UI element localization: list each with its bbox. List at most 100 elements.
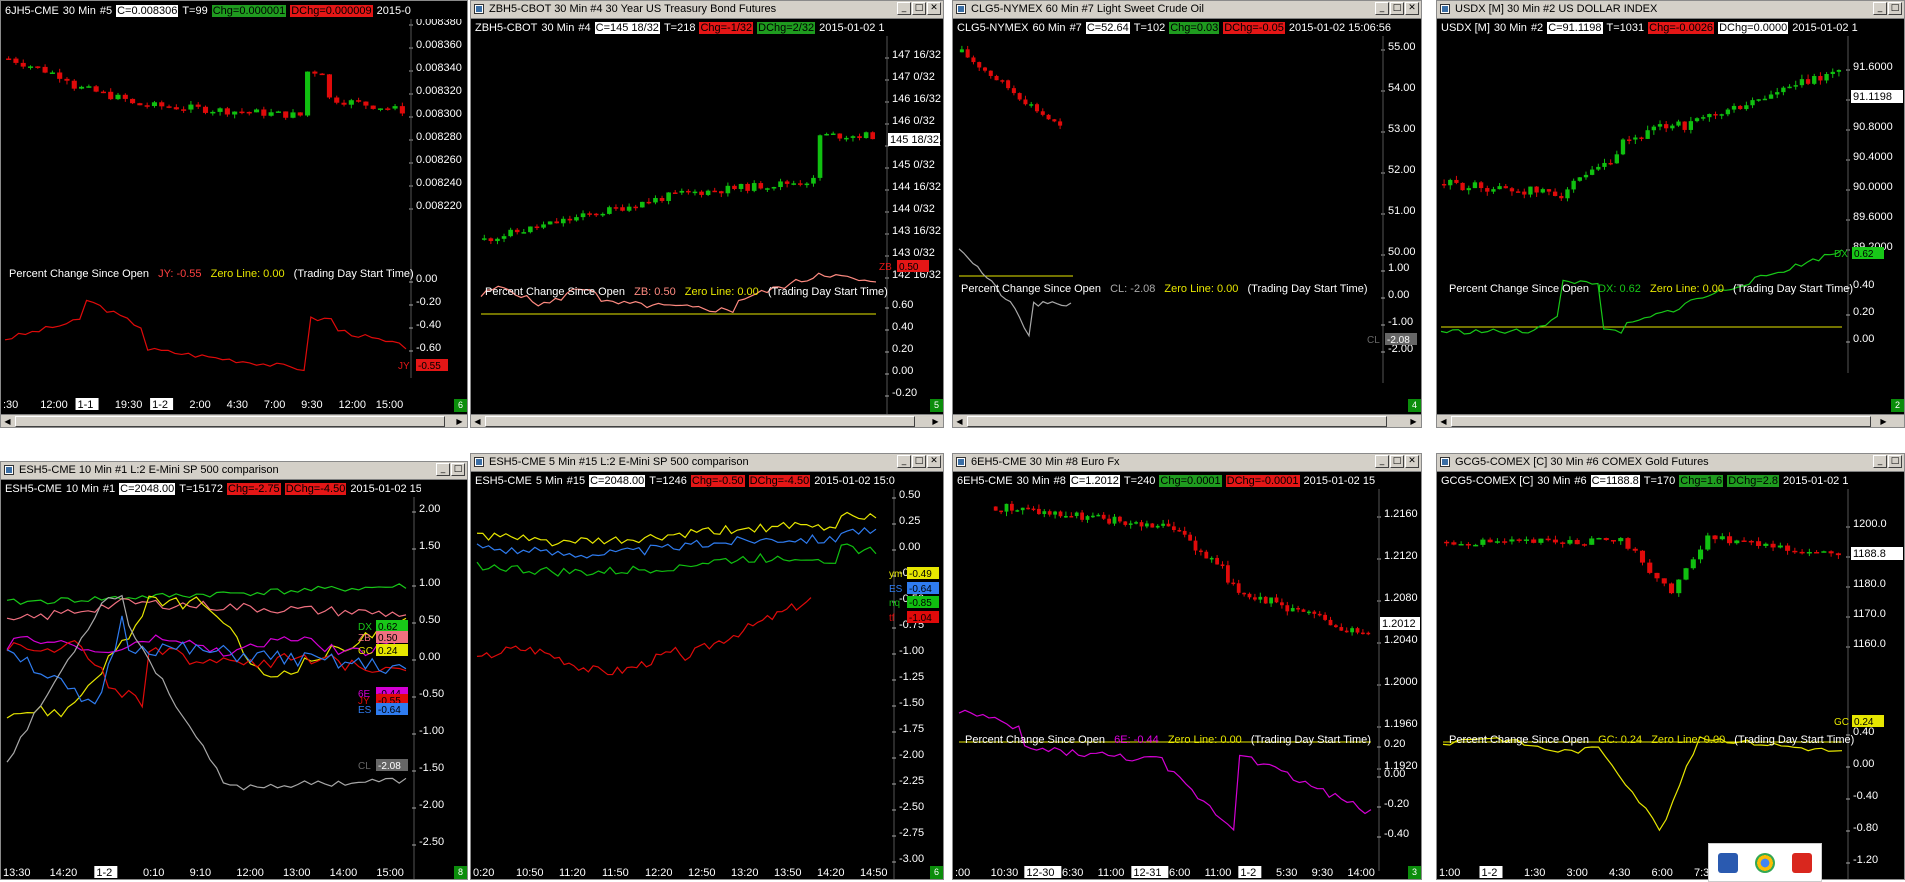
scroll-thumb[interactable] bbox=[967, 416, 1387, 427]
horizontal-scrollbar[interactable]: ◀ ▶ bbox=[471, 414, 943, 427]
scroll-thumb[interactable] bbox=[485, 416, 915, 427]
candle-body bbox=[745, 183, 750, 191]
close-icon[interactable]: ✕ bbox=[1405, 455, 1419, 468]
candlestick-chart[interactable]: 1200.01188.81180.01170.01160.00.400.00-0… bbox=[1437, 489, 1904, 879]
close-icon[interactable]: ✕ bbox=[927, 2, 941, 15]
candle-body bbox=[1589, 169, 1595, 175]
comparison-chart[interactable]: 2.00 1.50 1.00 0.50 0.00 -0.50 -1.00 -1.50 -2.00… bbox=[1, 497, 467, 879]
candle-body bbox=[253, 109, 260, 113]
chart-window-esh5-10min[interactable]: ESH5-CME 10 Min #1 L:2 E-Mini SP 500 com… bbox=[0, 461, 468, 880]
maximize-icon[interactable]: □ bbox=[912, 455, 926, 468]
maximize-icon[interactable]: □ bbox=[1390, 2, 1404, 15]
chart-window-esh5-5min[interactable]: ESH5-CME 5 Min #15 L:2 E-Mini SP 500 com… bbox=[470, 453, 944, 880]
title-bar[interactable]: ESH5-CME 10 Min #1 L:2 E-Mini SP 500 com… bbox=[1, 462, 467, 480]
window-icon bbox=[474, 457, 484, 467]
value-tag: 0.62 bbox=[1854, 249, 1874, 260]
chart-badge: 8 bbox=[454, 866, 467, 879]
maximize-icon[interactable]: □ bbox=[1390, 455, 1404, 468]
price-axis-label: -2.00 bbox=[419, 799, 444, 811]
price-axis-label: 1170.0 bbox=[1853, 608, 1886, 620]
candlestick-chart[interactable]: 91.6000 91.1198 90.8000 90.4000 90.0000 89.60… bbox=[1437, 36, 1904, 414]
title-bar[interactable]: CLG5-NYMEX 60 Min #7 Light Sweet Crude O… bbox=[953, 1, 1421, 19]
price-axis-label: 0.20 bbox=[892, 343, 913, 355]
scroll-right-icon[interactable]: ▶ bbox=[453, 415, 466, 427]
scroll-left-icon[interactable]: ◀ bbox=[471, 415, 484, 427]
chart-window-clg5[interactable]: CLG5-NYMEX 60 Min #7 Light Sweet Crude O… bbox=[952, 0, 1422, 428]
candle-body bbox=[1085, 516, 1090, 520]
time-axis-label: 9:30 bbox=[301, 399, 322, 411]
candle-body bbox=[725, 185, 731, 194]
series-tag: DX bbox=[1834, 249, 1848, 260]
scroll-right-icon[interactable]: ▶ bbox=[1407, 415, 1420, 427]
minimize-icon[interactable]: _ bbox=[1873, 455, 1887, 468]
candlestick-chart[interactable]: 1.21601.21201.20801.20401.20001.19601.19… bbox=[953, 489, 1421, 879]
scroll-left-icon[interactable]: ◀ bbox=[1437, 415, 1450, 427]
time-axis-label: 15:00 bbox=[376, 399, 404, 411]
candle-body bbox=[1494, 541, 1500, 543]
candlestick-chart[interactable]: 147 16/32147 0/32146 16/32146 0/32145 16… bbox=[471, 36, 943, 414]
candlestick-chart[interactable]: 55.00 54.00 53.00 52.00 51.00 50.00 1.00 0.00 -1… bbox=[953, 36, 1421, 414]
close-icon[interactable]: ✕ bbox=[1405, 2, 1419, 15]
candle-body bbox=[297, 112, 303, 116]
minimize-icon[interactable]: _ bbox=[1375, 455, 1389, 468]
minimize-icon[interactable]: _ bbox=[897, 2, 911, 15]
price-axis-label: -0.80 bbox=[1853, 822, 1878, 834]
chart-window-zbh5[interactable]: ZBH5-CBOT 30 Min #4 30 Year US Treasury … bbox=[470, 0, 944, 428]
minimize-icon[interactable]: _ bbox=[1375, 2, 1389, 15]
candle-body bbox=[1734, 540, 1740, 544]
chrome-icon[interactable] bbox=[1754, 852, 1775, 873]
horizontal-scrollbar[interactable]: ◀ ▶ bbox=[1, 414, 467, 427]
price-axis-label: 0.00 bbox=[1384, 768, 1405, 780]
candle-body bbox=[1639, 137, 1644, 139]
chart-window-6eh5[interactable]: 6EH5-CME 30 Min #8 Euro Fx _ □ ✕ 6EH5-CM… bbox=[952, 453, 1422, 880]
maximize-icon[interactable]: □ bbox=[912, 2, 926, 15]
minimize-icon[interactable]: _ bbox=[897, 455, 911, 468]
indicator-title: Percent Change Since Open DX: 0.62 Zero … bbox=[1449, 283, 1854, 295]
horizontal-scrollbar[interactable]: ◀ ▶ bbox=[953, 414, 1421, 427]
title-bar[interactable]: 6EH5-CME 30 Min #8 Euro Fx _ □ ✕ bbox=[953, 454, 1421, 472]
chart-window-usdx[interactable]: USDX [M] 30 Min #2 US DOLLAR INDEX _ □ U… bbox=[1436, 0, 1905, 428]
scroll-left-icon[interactable]: ◀ bbox=[953, 415, 966, 427]
candle-body bbox=[1509, 188, 1515, 192]
candle-body bbox=[758, 183, 764, 189]
scroll-right-icon[interactable]: ▶ bbox=[1877, 415, 1890, 427]
candle-body bbox=[1719, 536, 1725, 540]
outlook-icon[interactable] bbox=[1717, 852, 1738, 873]
candle-body bbox=[49, 72, 55, 74]
title-bar[interactable]: USDX [M] 30 Min #2 US DOLLAR INDEX _ □ bbox=[1437, 1, 1904, 19]
chart-window-6jh5[interactable]: 6JH5-CME 30 Min #5 C=0.008306 T=99 Chg=0… bbox=[0, 0, 468, 428]
scroll-thumb[interactable] bbox=[15, 416, 445, 427]
horizontal-scrollbar[interactable]: ◀ ▶ bbox=[1437, 414, 1904, 427]
candle-body bbox=[1161, 523, 1165, 526]
maximize-icon[interactable]: □ bbox=[1888, 2, 1902, 15]
close-icon[interactable]: ✕ bbox=[927, 455, 941, 468]
title-bar[interactable]: ESH5-CME 5 Min #15 L:2 E-Mini SP 500 com… bbox=[471, 454, 943, 472]
candle-body bbox=[1701, 117, 1706, 119]
price-axis-label: 52.00 bbox=[1388, 164, 1416, 176]
chart-window-gcg5[interactable]: GCG5-COMEX [C] 30 Min #6 COMEX Gold Futu… bbox=[1436, 453, 1905, 880]
candlestick-chart[interactable]: 0.008380 0.008360 0.008340 0.008320 0.008300… bbox=[1, 19, 467, 414]
chart-badge: 5 bbox=[930, 399, 943, 412]
candle-body bbox=[1040, 111, 1045, 115]
window-icon bbox=[956, 4, 966, 14]
candle-body bbox=[1015, 510, 1020, 512]
candle-body bbox=[1744, 105, 1749, 110]
candle-body bbox=[1632, 548, 1638, 551]
scroll-right-icon[interactable]: ▶ bbox=[929, 415, 942, 427]
comparison-chart[interactable]: 0.500.250.00-0.25-0.50-0.75-1.00-1.25-1.… bbox=[471, 489, 943, 879]
indicator-title: Percent Change Since Open 6E: -0.44 Zero… bbox=[965, 734, 1371, 746]
maximize-icon[interactable]: □ bbox=[451, 463, 465, 476]
acrobat-icon[interactable] bbox=[1792, 852, 1813, 873]
scroll-left-icon[interactable]: ◀ bbox=[1, 415, 14, 427]
maximize-icon[interactable]: □ bbox=[1888, 455, 1902, 468]
candle-body bbox=[659, 198, 665, 201]
title-bar[interactable]: GCG5-COMEX [C] 30 Min #6 COMEX Gold Futu… bbox=[1437, 454, 1904, 472]
candle-body bbox=[1756, 99, 1761, 101]
minimize-icon[interactable]: _ bbox=[436, 463, 450, 476]
candle-body bbox=[1047, 511, 1052, 515]
candle-body bbox=[1756, 541, 1762, 546]
minimize-icon[interactable]: _ bbox=[1873, 2, 1887, 15]
scroll-thumb[interactable] bbox=[1451, 416, 1871, 427]
title-bar[interactable]: ZBH5-CBOT 30 Min #4 30 Year US Treasury … bbox=[471, 1, 943, 19]
candle-body bbox=[1645, 130, 1650, 139]
